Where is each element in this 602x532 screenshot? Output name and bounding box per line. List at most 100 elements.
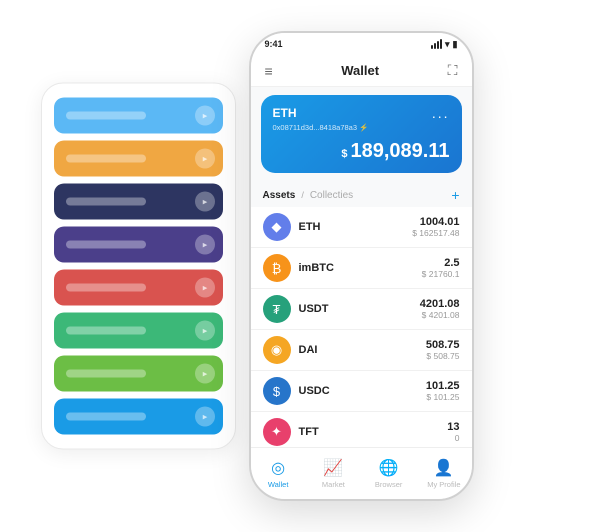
back-card-0[interactable]: ▸ (54, 98, 223, 134)
back-card-2[interactable]: ▸ (54, 184, 223, 220)
asset-balance: 4201.08 (420, 298, 460, 310)
back-card-6[interactable]: ▸ (54, 356, 223, 392)
asset-amounts-usdc: 101.25$ 101.25 (426, 380, 460, 402)
asset-usd-value: $ 4201.08 (420, 310, 460, 320)
eth-card-address: 0x08711d3d...8418a78a3 ⚡ (273, 123, 450, 132)
asset-amounts-imbtc: 2.5$ 21760.1 (422, 257, 460, 279)
card-text-line (66, 284, 146, 292)
nav-label-market: Market (322, 480, 345, 489)
nav-icon-wallet: ◎ (271, 458, 285, 478)
dai-icon: ◉ (263, 336, 291, 364)
signal-icon (431, 39, 442, 49)
tab-separator: / (301, 190, 304, 200)
card-icon: ▸ (195, 321, 215, 341)
eth-card-header: ETH ... (273, 105, 450, 121)
asset-name-imbtc: imBTC (299, 262, 422, 274)
tab-collecties[interactable]: Collecties (310, 190, 353, 201)
card-text-line (66, 155, 146, 163)
back-card-3[interactable]: ▸ (54, 227, 223, 263)
eth-icon: ◆ (263, 213, 291, 241)
wifi-icon: ▾ (445, 39, 450, 50)
card-icon: ▸ (195, 278, 215, 298)
status-bar: 9:41 ▾ ▮ (251, 33, 472, 55)
scene: ▸ ▸ ▸ ▸ ▸ ▸ ▸ ▸ 9:41 ▾ ▮ ≡ Wallet ⛶ (11, 11, 591, 521)
asset-usd-value: $ 162517.48 (412, 228, 459, 238)
nav-market[interactable]: 📈 Market (306, 458, 361, 489)
assets-header: Assets / Collecties + (251, 181, 472, 207)
asset-name-dai: DAI (299, 344, 426, 356)
asset-amounts-eth: 1004.01$ 162517.48 (412, 216, 459, 238)
page-title: Wallet (341, 63, 379, 78)
asset-balance: 508.75 (426, 339, 460, 351)
imbtc-icon: ₿ (263, 254, 291, 282)
assets-tabs: Assets / Collecties (263, 190, 354, 201)
card-icon: ▸ (195, 407, 215, 427)
nav-wallet[interactable]: ◎ Wallet (251, 458, 306, 489)
asset-balance: 101.25 (426, 380, 460, 392)
card-text-line (66, 198, 146, 206)
asset-list: ◆ ETH1004.01$ 162517.48 ₿ imBTC2.5$ 21760.1… (251, 207, 472, 447)
asset-name-eth: ETH (299, 221, 413, 233)
card-icon: ▸ (195, 149, 215, 169)
time-display: 9:41 (265, 39, 283, 49)
add-asset-button[interactable]: + (451, 187, 459, 203)
usdt-icon: ₮ (263, 295, 291, 323)
asset-item-usdc[interactable]: $ USDC101.25$ 101.25 (251, 371, 472, 412)
asset-usd-value: $ 21760.1 (422, 269, 460, 279)
card-icon: ▸ (195, 106, 215, 126)
asset-usd-value: $ 101.25 (426, 392, 460, 402)
asset-amounts-usdt: 4201.08$ 4201.08 (420, 298, 460, 320)
expand-icon[interactable]: ⛶ (448, 62, 458, 79)
back-card-5[interactable]: ▸ (54, 313, 223, 349)
back-card-4[interactable]: ▸ (54, 270, 223, 306)
asset-usd-value: 0 (447, 433, 459, 443)
card-text-line (66, 112, 146, 120)
nav-my-profile[interactable]: 👤 My Profile (416, 458, 471, 489)
nav-label-my-profile: My Profile (427, 480, 460, 489)
eth-currency-symbol: $ (341, 148, 347, 160)
card-text-line (66, 241, 146, 249)
menu-icon[interactable]: ≡ (265, 63, 273, 79)
phone-mockup: 9:41 ▾ ▮ ≡ Wallet ⛶ ETH (249, 31, 474, 501)
asset-name-usdt: USDT (299, 303, 420, 315)
eth-card[interactable]: ETH ... 0x08711d3d...8418a78a3 ⚡ $189,08… (261, 95, 462, 173)
back-card-7[interactable]: ▸ (54, 399, 223, 435)
asset-balance: 1004.01 (412, 216, 459, 228)
eth-card-title: ETH (273, 106, 297, 120)
card-text-line (66, 327, 146, 335)
card-text-line (66, 413, 146, 421)
status-icons: ▾ ▮ (431, 39, 457, 50)
tft-icon: ✦ (263, 418, 291, 446)
asset-balance: 2.5 (422, 257, 460, 269)
battery-icon: ▮ (453, 39, 458, 50)
asset-name-usdc: USDC (299, 385, 426, 397)
asset-item-dai[interactable]: ◉ DAI508.75$ 508.75 (251, 330, 472, 371)
nav-icon-market: 📈 (323, 458, 343, 478)
card-icon: ▸ (195, 235, 215, 255)
nav-label-wallet: Wallet (268, 480, 289, 489)
nav-bar: ≡ Wallet ⛶ (251, 55, 472, 87)
asset-balance: 13 (447, 421, 459, 433)
nav-icon-browser: 🌐 (379, 458, 399, 478)
nav-icon-my-profile: 👤 (434, 458, 454, 478)
asset-item-tft[interactable]: ✦ TFT130 (251, 412, 472, 447)
asset-usd-value: $ 508.75 (426, 351, 460, 361)
tab-assets[interactable]: Assets (263, 190, 296, 201)
eth-card-amount: $189,089.11 (273, 140, 450, 163)
eth-card-menu[interactable]: ... (432, 105, 450, 121)
back-card-1[interactable]: ▸ (54, 141, 223, 177)
asset-name-tft: TFT (299, 426, 448, 438)
asset-amounts-tft: 130 (447, 421, 459, 443)
bottom-nav: ◎ Wallet 📈 Market 🌐 Browser 👤 My Profile (251, 447, 472, 499)
usdc-icon: $ (263, 377, 291, 405)
nav-label-browser: Browser (375, 480, 403, 489)
asset-item-imbtc[interactable]: ₿ imBTC2.5$ 21760.1 (251, 248, 472, 289)
asset-item-eth[interactable]: ◆ ETH1004.01$ 162517.48 (251, 207, 472, 248)
card-icon: ▸ (195, 192, 215, 212)
asset-item-usdt[interactable]: ₮ USDT4201.08$ 4201.08 (251, 289, 472, 330)
nav-browser[interactable]: 🌐 Browser (361, 458, 416, 489)
card-icon: ▸ (195, 364, 215, 384)
asset-amounts-dai: 508.75$ 508.75 (426, 339, 460, 361)
phone-content: ETH ... 0x08711d3d...8418a78a3 ⚡ $189,08… (251, 87, 472, 447)
card-text-line (66, 370, 146, 378)
